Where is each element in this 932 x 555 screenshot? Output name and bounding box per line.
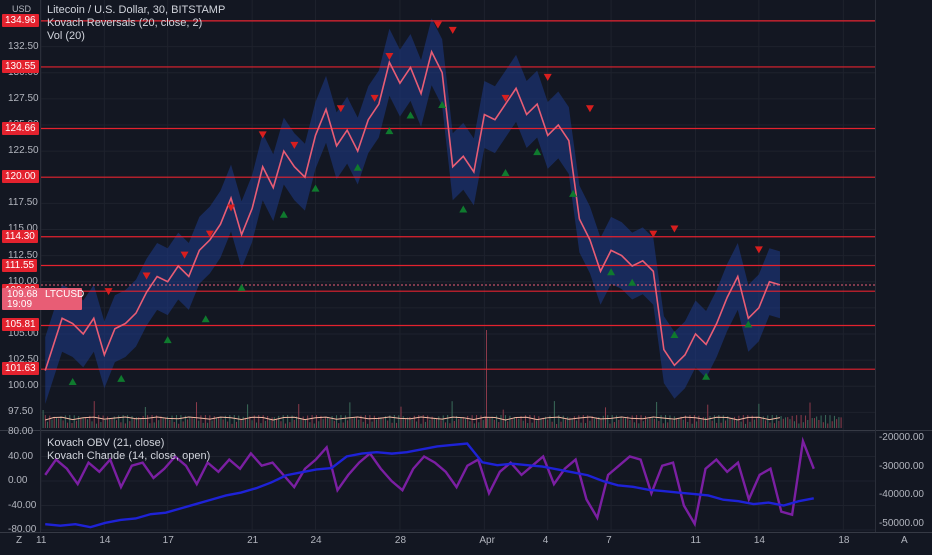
oscillator-tick-label: 40.00 (8, 450, 34, 462)
buy-marker (406, 111, 415, 119)
buy-marker (117, 374, 126, 382)
buy-marker (459, 205, 468, 213)
obv-tick-label: -50000.00 (878, 518, 924, 530)
level-label: 124.66 (2, 121, 39, 135)
buy-marker (311, 184, 320, 192)
indicator-kovach-obv[interactable]: Kovach OBV (21, close) (47, 437, 164, 449)
time-tick-label: 11 (690, 535, 701, 546)
time-tick-label: 17 (162, 535, 174, 546)
buy-marker (501, 168, 510, 176)
buy-marker (68, 377, 77, 385)
bar-countdown: 19:09 (7, 299, 33, 310)
oscillator-tick-label: -40.00 (8, 499, 37, 511)
price-tick-label: 100.00 (8, 380, 39, 392)
indicator-vol[interactable]: Vol (20) (47, 30, 85, 42)
level-label: 111.55 (2, 258, 38, 272)
footer-left[interactable]: Z (16, 535, 22, 546)
time-tick-label: 28 (394, 535, 407, 546)
reversal-band (45, 18, 780, 404)
time-tick-label: 7 (606, 535, 612, 546)
level-label: 101.63 (2, 362, 39, 376)
indicator-kovach-reversals[interactable]: Kovach Reversals (20, close, 2) (47, 17, 202, 29)
price-tick-label: 117.50 (8, 197, 38, 209)
currency-label: USD (12, 4, 32, 14)
time-tick-label: 18 (838, 535, 850, 546)
oscillator-tick-label: -80.00 (8, 524, 37, 535)
price-tick-label: 97.50 (8, 406, 34, 418)
oscillator-tick-label: 80.00 (8, 426, 34, 437)
price-tick-label: 132.50 (8, 40, 39, 52)
sell-marker (448, 26, 457, 34)
price-tick-label: 122.50 (8, 145, 39, 157)
sell-marker (258, 131, 267, 139)
sell-marker (585, 105, 594, 113)
time-tick-label: 4 (542, 535, 549, 546)
sell-marker (543, 73, 552, 81)
buy-marker (201, 315, 210, 323)
indicator-kovach-chande[interactable]: Kovach Chande (14, close, open) (47, 450, 210, 462)
level-label: 130.55 (2, 59, 39, 73)
chart-canvas[interactable]: USD Litecoin / U.S. Dollar, 30, BITSTAMP… (0, 0, 932, 550)
obv-tick-label: -30000.00 (878, 460, 924, 472)
buy-marker (279, 210, 288, 218)
price-tick-label: 127.50 (8, 92, 39, 104)
chart-title: Litecoin / U.S. Dollar, 30, BITSTAMP (47, 4, 226, 16)
level-label: 105.81 (2, 318, 39, 332)
level-label: 120.00 (2, 170, 39, 184)
sell-marker (754, 246, 763, 254)
time-tick-label: 14 (99, 535, 111, 546)
current-price-badge: 109.68 19:09 LTCUSD (2, 288, 85, 310)
footer-right[interactable]: A (901, 535, 908, 546)
obv-tick-label: -20000.00 (878, 431, 924, 443)
symbol-label: LTCUSD (45, 289, 85, 300)
level-label: 114.30 (2, 229, 38, 243)
time-tick-label: 24 (310, 535, 322, 546)
time-tick-label: Apr (479, 535, 495, 546)
level-label: 134.96 (2, 13, 39, 27)
oscillator-tick-label: 0.00 (8, 475, 28, 486)
obv-tick-label: -40000.00 (878, 489, 924, 501)
buy-marker (163, 336, 172, 344)
time-tick-label: 11 (36, 535, 47, 546)
time-tick-label: 21 (247, 535, 259, 546)
time-tick-label: 14 (753, 535, 765, 546)
